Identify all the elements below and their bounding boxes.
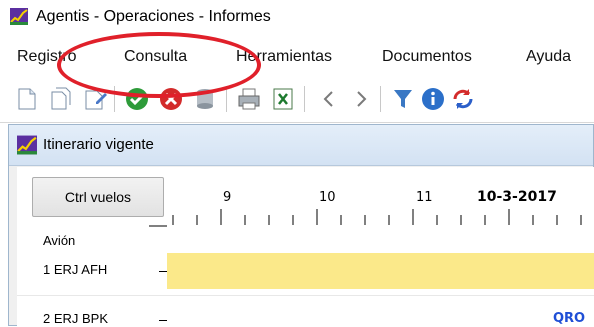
- edit-doc-icon[interactable]: [82, 86, 108, 112]
- column-header-avion: Avión: [43, 233, 76, 248]
- excel-export-icon[interactable]: [270, 86, 296, 112]
- refresh-icon[interactable]: [450, 86, 476, 112]
- toolbar-separator: [380, 86, 381, 112]
- menu-bar: Registro Consulta Herramientas Documento…: [0, 40, 594, 76]
- window-title: Agentis - Operaciones - Informes: [36, 8, 271, 25]
- print-icon[interactable]: [236, 86, 262, 112]
- aircraft-row-label: 2 ERJ BPK: [43, 311, 109, 326]
- toolbar-separator: [304, 86, 305, 112]
- toolbar: [0, 78, 594, 123]
- hour-label: 9: [223, 190, 232, 205]
- hour-label: 10: [319, 190, 336, 205]
- aircraft-row-label: 1 ERJ AFH: [43, 262, 108, 277]
- info-icon[interactable]: [420, 86, 446, 112]
- ctrl-vuelos-button[interactable]: Ctrl vuelos: [32, 177, 164, 217]
- toolbar-separator: [226, 86, 227, 112]
- row-separator: [17, 295, 594, 296]
- app-icon: [17, 135, 37, 155]
- itinerary-window: Itinerario vigente Ctrl vuelos 9 10 11 1…: [8, 124, 594, 327]
- cancel-icon[interactable]: [158, 86, 184, 112]
- flight-tag[interactable]: QRO: [553, 311, 585, 326]
- filter-icon[interactable]: [390, 86, 416, 112]
- title-bar: Agentis - Operaciones - Informes: [0, 0, 594, 38]
- row-dash: [159, 320, 167, 321]
- row-dash: [159, 271, 167, 272]
- copy-doc-icon[interactable]: [48, 86, 74, 112]
- toolbar-separator: [114, 86, 115, 112]
- menu-ayuda[interactable]: Ayuda: [526, 48, 571, 66]
- app-icon: [10, 8, 28, 25]
- menu-documentos[interactable]: Documentos: [382, 48, 472, 66]
- gantt-area: Ctrl vuelos 9 10 11 10-3-2017 Avión 1 ER…: [17, 167, 594, 327]
- itinerary-title: Itinerario vigente: [43, 136, 154, 153]
- previous-icon[interactable]: [316, 86, 342, 112]
- hour-label: 11: [416, 190, 433, 205]
- menu-consulta[interactable]: Consulta: [124, 48, 187, 66]
- menu-herramientas[interactable]: Herramientas: [236, 48, 332, 66]
- menu-registro[interactable]: Registro: [17, 48, 77, 66]
- database-icon[interactable]: [192, 86, 218, 112]
- timeline-ruler: [149, 209, 582, 227]
- flight-bar[interactable]: [167, 253, 594, 289]
- new-doc-icon[interactable]: [14, 86, 40, 112]
- itinerary-title-bar: Itinerario vigente: [9, 125, 593, 166]
- timeline-date: 10-3-2017: [477, 189, 557, 205]
- next-icon[interactable]: [348, 86, 374, 112]
- accept-icon[interactable]: [124, 86, 150, 112]
